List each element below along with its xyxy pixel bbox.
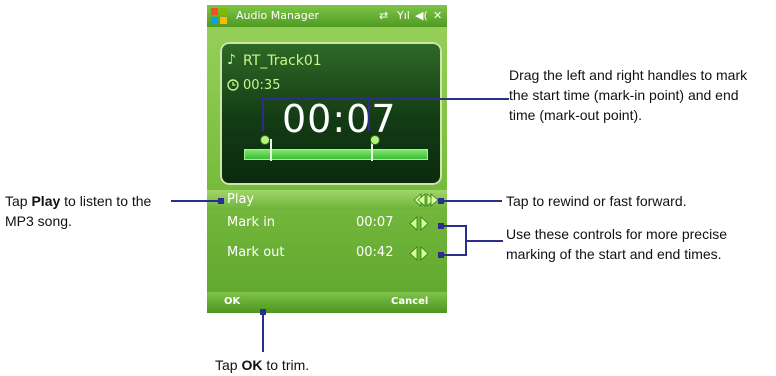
handles-callout-line-end: [491, 98, 493, 100]
softkey-bar: OK Cancel: [207, 292, 447, 313]
play-callout: Tap Play to listen to the MP3 song.: [5, 191, 175, 231]
volume-icon[interactable]: ◀(: [415, 5, 428, 27]
app-title: Audio Manager: [236, 9, 319, 22]
controls-callout-line-top: [442, 225, 466, 227]
rewind-fast-forward-icon[interactable]: [413, 193, 439, 207]
audio-manager-screen: Audio Manager ⇄ Yıl ◀( ✕ ♪ RT_Track01 00…: [207, 5, 447, 313]
controls-callout-anchor-bottom: [438, 252, 444, 258]
controls-callout-line-bottom: [442, 254, 466, 256]
ok-callout-suffix: to trim.: [262, 357, 310, 373]
music-note-icon: ♪: [227, 52, 236, 68]
mark-in-time: 00:07: [356, 215, 394, 230]
handles-callout-line-left: [262, 98, 264, 131]
play-callout-prefix: Tap: [5, 193, 32, 209]
handles-callout: Drag the left and right handles to mark …: [509, 67, 748, 123]
ok-callout-line: [262, 312, 264, 352]
handles-callout-line: [262, 98, 509, 100]
handles-callout-line-right: [368, 98, 370, 131]
mark-out-time: 00:42: [356, 245, 394, 260]
mark-out-handle[interactable]: [370, 135, 380, 145]
ok-callout-bold: OK: [241, 357, 263, 373]
play-button[interactable]: Play: [227, 192, 254, 207]
ok-callout-prefix: Tap: [215, 357, 242, 373]
title-bar: Audio Manager ⇄ Yıl ◀( ✕: [207, 5, 447, 27]
play-callout-anchor: [218, 198, 224, 204]
track-duration: 00:35: [243, 78, 281, 93]
mark-in-label: Mark in: [227, 215, 276, 230]
controls-callout-anchor-top: [438, 223, 444, 229]
cancel-softkey[interactable]: Cancel: [391, 296, 428, 307]
controls-callout-line-mid: [465, 240, 503, 242]
play-callout-line: [171, 200, 221, 202]
mark-in-adjust-arrows-icon[interactable]: [407, 216, 431, 231]
mark-in-handle[interactable]: [260, 135, 270, 145]
sync-icon: ⇄: [379, 9, 389, 22]
play-bar: Play: [207, 190, 447, 210]
controls-callout: Use these controls for more precise mark…: [506, 226, 727, 262]
mark-out-adjust-arrows-icon[interactable]: [407, 246, 431, 261]
clock-icon: [227, 79, 239, 91]
rewind-callout-anchor: [438, 198, 444, 204]
mark-in-handle-line[interactable]: [270, 139, 272, 161]
now-playing-panel: ♪ RT_Track01 00:35 00:07: [220, 42, 442, 185]
mark-out-label: Mark out: [227, 245, 285, 260]
signal-icon: Yıl: [397, 9, 410, 22]
track-name: RT_Track01: [243, 53, 322, 69]
mark-out-row: Mark out 00:42: [207, 243, 447, 265]
ok-callout-anchor: [260, 309, 266, 315]
current-time-display: 00:07: [282, 97, 397, 141]
rewind-callout-line: [442, 200, 502, 202]
mark-in-row: Mark in 00:07: [207, 213, 447, 235]
rewind-callout: Tap to rewind or fast forward.: [506, 193, 687, 209]
ok-callout: Tap OK to trim.: [215, 355, 309, 375]
close-icon[interactable]: ✕: [433, 5, 442, 27]
windows-start-icon[interactable]: [210, 7, 228, 25]
ok-softkey[interactable]: OK: [224, 296, 240, 307]
play-callout-bold: Play: [31, 193, 61, 209]
